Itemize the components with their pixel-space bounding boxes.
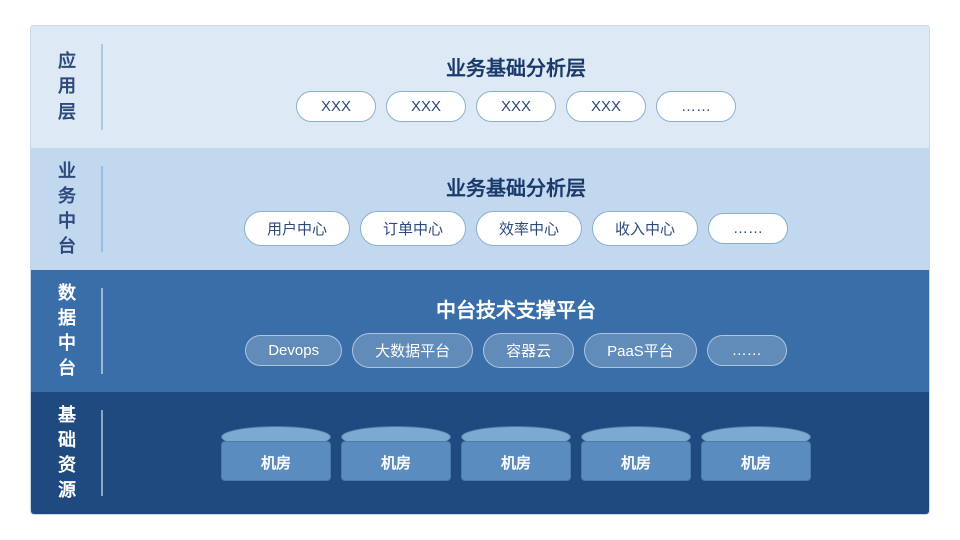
infra-label-2: 机房 xyxy=(501,452,531,473)
infra-label-0: 机房 xyxy=(261,452,291,473)
app-card-3: XXX xyxy=(566,91,646,122)
infra-cylinder-3: 机房 xyxy=(581,426,691,481)
data-label: 数据中台 xyxy=(31,270,103,392)
architecture-diagram: 应用层 业务基础分析层 XXX XXX XXX XXX …… 业务中台 业务基础… xyxy=(30,25,930,515)
biz-card-2: 效率中心 xyxy=(476,211,582,246)
biz-label: 业务中台 xyxy=(31,148,103,270)
infra-cylinder-2: 机房 xyxy=(461,426,571,481)
biz-card-0: 用户中心 xyxy=(244,211,350,246)
infra-label-3: 机房 xyxy=(621,452,651,473)
data-title: 中台技术支撑平台 xyxy=(436,294,596,323)
data-cards-row: Devops 大数据平台 容器云 PaaS平台 …… xyxy=(245,333,787,368)
infra-layer: 基础资源 机房 机房 机房 xyxy=(31,392,929,514)
biz-title: 业务基础分析层 xyxy=(446,172,586,201)
infra-label-1: 机房 xyxy=(381,452,411,473)
biz-layer: 业务中台 业务基础分析层 用户中心 订单中心 效率中心 收入中心 …… xyxy=(31,148,929,270)
data-card-4: …… xyxy=(707,335,787,366)
app-card-0: XXX xyxy=(296,91,376,122)
app-card-4: …… xyxy=(656,91,736,122)
data-content: 中台技术支撑平台 Devops 大数据平台 容器云 PaaS平台 …… xyxy=(103,270,929,392)
app-title: 业务基础分析层 xyxy=(446,52,586,81)
app-card-1: XXX xyxy=(386,91,466,122)
app-content: 业务基础分析层 XXX XXX XXX XXX …… xyxy=(103,26,929,148)
data-card-2: 容器云 xyxy=(483,333,574,368)
infra-label: 基础资源 xyxy=(31,392,103,514)
biz-content: 业务基础分析层 用户中心 订单中心 效率中心 收入中心 …… xyxy=(103,148,929,270)
infra-cylinder-4: 机房 xyxy=(701,426,811,481)
infra-cylinder-0: 机房 xyxy=(221,426,331,481)
biz-cards-row: 用户中心 订单中心 效率中心 收入中心 …… xyxy=(244,211,788,246)
data-card-1: 大数据平台 xyxy=(352,333,473,368)
data-layer: 数据中台 中台技术支撑平台 Devops 大数据平台 容器云 PaaS平台 …… xyxy=(31,270,929,392)
biz-card-1: 订单中心 xyxy=(360,211,466,246)
data-card-3: PaaS平台 xyxy=(584,333,697,368)
infra-cylinder-1: 机房 xyxy=(341,426,451,481)
infra-label-4: 机房 xyxy=(741,452,771,473)
biz-card-4: …… xyxy=(708,213,788,244)
biz-card-3: 收入中心 xyxy=(592,211,698,246)
app-cards-row: XXX XXX XXX XXX …… xyxy=(296,91,736,122)
infra-cylinders-row: 机房 机房 机房 机房 xyxy=(221,426,811,481)
infra-content: 机房 机房 机房 机房 xyxy=(103,392,929,514)
app-card-2: XXX xyxy=(476,91,556,122)
data-card-0: Devops xyxy=(245,335,342,366)
app-label: 应用层 xyxy=(31,26,103,148)
app-layer: 应用层 业务基础分析层 XXX XXX XXX XXX …… xyxy=(31,26,929,148)
